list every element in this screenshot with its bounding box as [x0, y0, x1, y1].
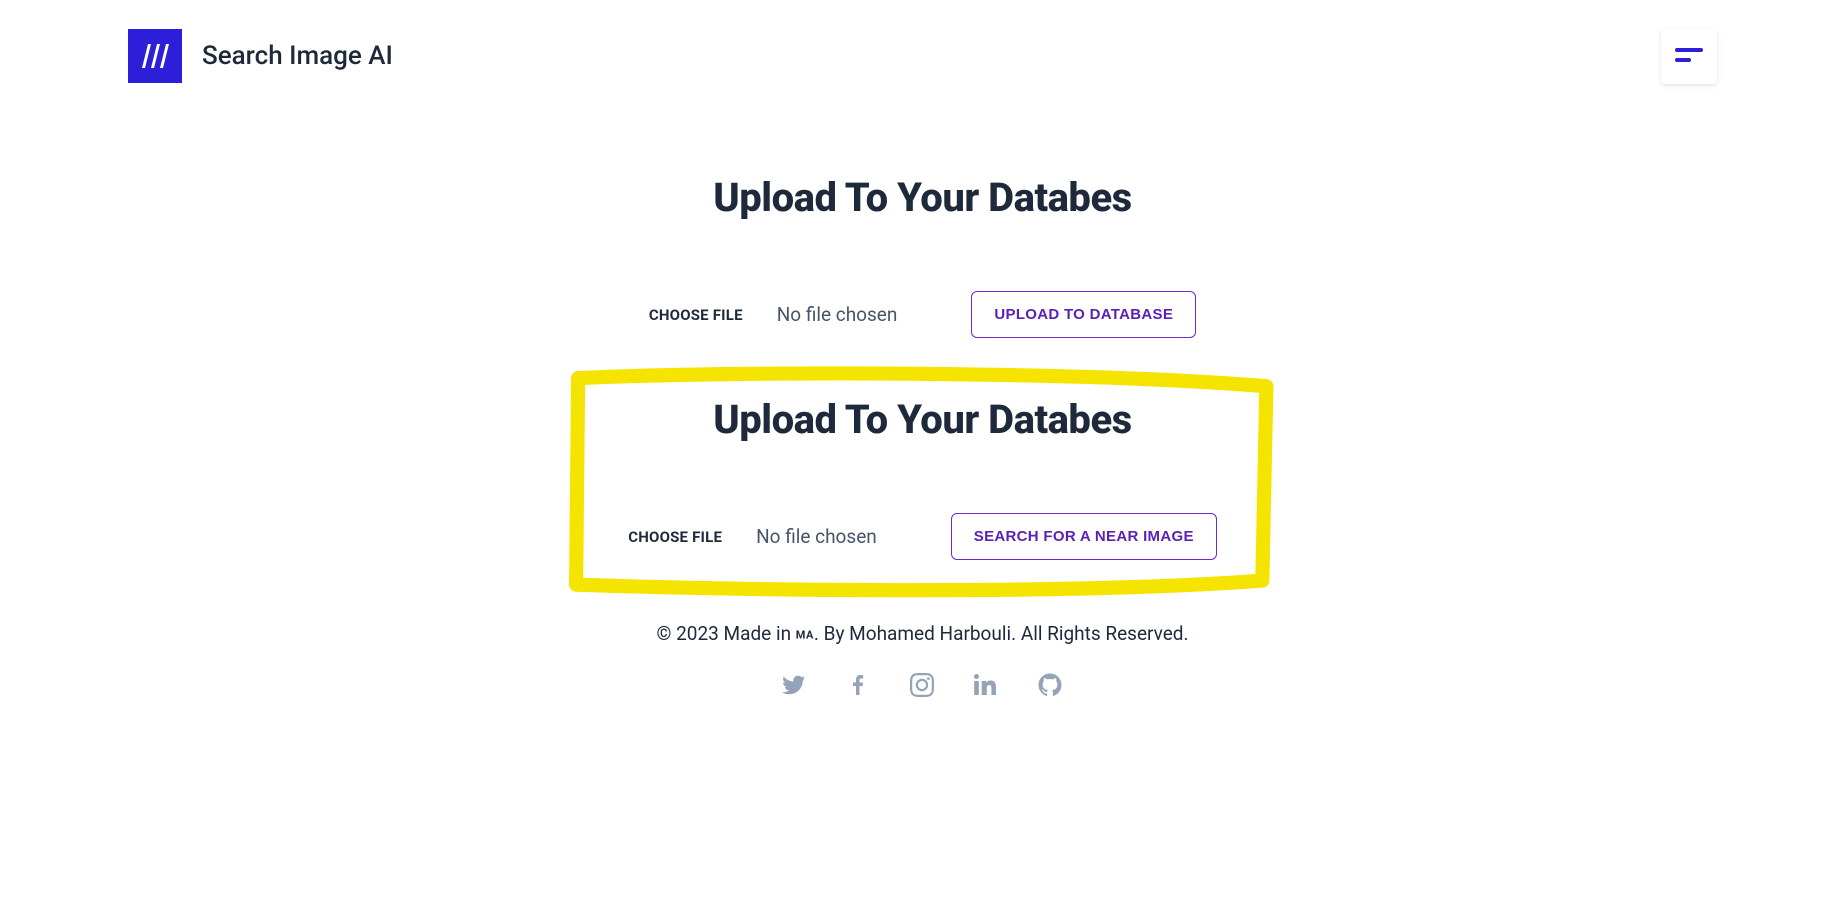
- brand-title: Search Image AI: [202, 41, 393, 71]
- upload-section: Upload To Your Databes CHOOSE FILE No fi…: [649, 174, 1196, 338]
- country-code: MA: [796, 628, 814, 641]
- brand: Search Image AI: [128, 29, 393, 83]
- annotated-section-wrapper: Upload To Your Databes CHOOSE FILE No fi…: [568, 366, 1277, 600]
- twitter-icon[interactable]: [782, 673, 806, 697]
- github-icon[interactable]: [1038, 673, 1062, 697]
- file-status-text: No file chosen: [777, 303, 898, 326]
- upload-file-row: CHOOSE FILE No file chosen UPLOAD TO DAT…: [649, 291, 1196, 338]
- choose-file-button[interactable]: CHOOSE FILE: [649, 306, 743, 324]
- search-section: Upload To Your Databes CHOOSE FILE No fi…: [628, 396, 1217, 560]
- copyright-text: © 2023 Made in MA. By Mohamed Harbouli. …: [656, 622, 1188, 645]
- linkedin-icon[interactable]: [974, 673, 998, 697]
- instagram-icon[interactable]: [910, 673, 934, 697]
- facebook-icon[interactable]: [846, 673, 870, 697]
- copyright-suffix: . By Mohamed Harbouli. All Rights Reserv…: [814, 622, 1189, 645]
- app-header: Search Image AI: [0, 0, 1845, 84]
- footer: © 2023 Made in MA. By Mohamed Harbouli. …: [656, 622, 1188, 697]
- upload-to-database-button[interactable]: UPLOAD TO DATABASE: [971, 291, 1196, 338]
- menu-button[interactable]: [1661, 28, 1717, 84]
- menu-icon: [1675, 46, 1703, 67]
- file-status-text-search: No file chosen: [756, 525, 877, 548]
- search-near-image-button[interactable]: SEARCH FOR A NEAR IMAGE: [951, 513, 1217, 560]
- copyright-prefix: © 2023 Made in: [656, 622, 795, 645]
- upload-title: Upload To Your Databes: [713, 174, 1131, 221]
- search-title: Upload To Your Databes: [713, 396, 1131, 443]
- app-logo-icon: [128, 29, 182, 83]
- social-links: [782, 673, 1062, 697]
- search-file-row: CHOOSE FILE No file chosen SEARCH FOR A …: [628, 513, 1217, 560]
- choose-file-button-search[interactable]: CHOOSE FILE: [628, 528, 722, 546]
- main-content: Upload To Your Databes CHOOSE FILE No fi…: [0, 84, 1845, 697]
